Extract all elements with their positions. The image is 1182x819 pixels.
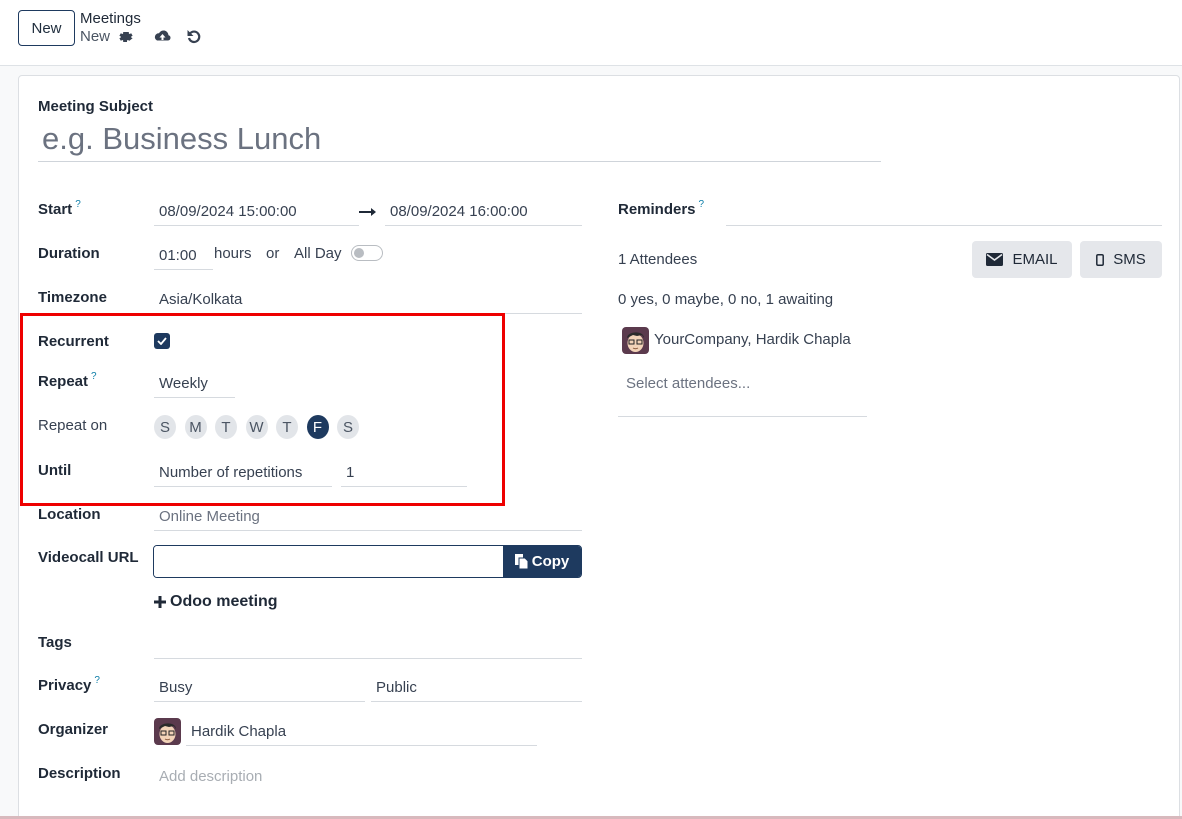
recurrent-checkbox[interactable] <box>154 333 170 349</box>
start-label: Start? <box>38 199 81 218</box>
mobile-phone-icon <box>1096 253 1105 266</box>
add-odoo-meeting-button[interactable]: Odoo meeting <box>154 593 278 611</box>
until-type-select[interactable]: Number of repetitions <box>154 459 332 487</box>
attendee-avatar <box>622 327 649 354</box>
copy-button-label: Copy <box>531 553 570 570</box>
weekday-toggle[interactable]: T <box>215 415 237 439</box>
email-button[interactable]: EMAIL <box>972 241 1072 278</box>
subject-placeholder: e.g. Business Lunch <box>42 121 322 156</box>
weekday-toggle[interactable]: M <box>184 415 207 439</box>
sms-button-label: SMS <box>1113 251 1146 268</box>
repetition-count-input[interactable]: 1 <box>341 459 467 487</box>
or-text: or <box>266 245 280 262</box>
subject-label: Meeting Subject <box>38 98 154 115</box>
breadcrumb-current: New <box>80 28 111 45</box>
undo-icon[interactable] <box>186 28 202 45</box>
email-button-label: EMAIL <box>1012 251 1058 268</box>
privacy-select[interactable]: Public <box>371 674 582 702</box>
reminders-help-icon[interactable]: ? <box>699 199 705 210</box>
tags-label: Tags <box>38 634 72 651</box>
weekday-toggle[interactable]: S <box>337 415 359 439</box>
tags-input[interactable] <box>154 631 582 659</box>
videocall-label: Videocall URL <box>38 549 139 566</box>
form-sheet: Meeting Subject e.g. Business Lunch Star… <box>18 75 1180 819</box>
attendee-name[interactable]: YourCompany, Hardik Chapla <box>654 331 851 348</box>
location-input[interactable]: Online Meeting <box>154 503 582 531</box>
duration-input[interactable]: 01:00 <box>154 242 213 270</box>
start-help-icon[interactable]: ? <box>75 199 81 210</box>
description-editor[interactable]: Add description <box>154 763 582 791</box>
repeat-help-icon[interactable]: ? <box>91 371 97 382</box>
copy-icon <box>514 554 529 569</box>
hours-text: hours <box>214 245 252 262</box>
videocall-url-group: Copy <box>153 545 582 578</box>
privacy-label: Privacy? <box>38 675 100 694</box>
location-placeholder: Online Meeting <box>159 508 260 525</box>
subject-input[interactable]: e.g. Business Lunch <box>38 119 881 162</box>
gear-icon[interactable] <box>118 29 134 45</box>
privacy-label-text: Privacy <box>38 677 92 694</box>
reminders-label: Reminders? <box>618 199 705 218</box>
all-day-toggle[interactable] <box>351 245 383 261</box>
timezone-label: Timezone <box>38 289 107 306</box>
duration-label: Duration <box>38 245 100 262</box>
sms-button[interactable]: SMS <box>1080 241 1162 278</box>
description-label: Description <box>38 765 121 782</box>
location-label: Location <box>38 506 101 523</box>
checkmark-icon <box>157 337 167 345</box>
select-attendees-placeholder: Select attendees... <box>626 375 751 392</box>
privacy-help-icon[interactable]: ? <box>94 675 100 686</box>
copy-button[interactable]: Copy <box>503 546 581 577</box>
start-datetime-input[interactable]: 08/09/2024 15:00:00 <box>154 198 359 226</box>
arrow-right-icon <box>359 208 376 216</box>
attendees-count: 1 Attendees <box>618 251 698 268</box>
weekday-toggle[interactable]: W <box>245 415 268 439</box>
start-label-text: Start <box>38 201 73 218</box>
weekday-toggle[interactable]: F <box>306 415 329 439</box>
all-day-label: All Day <box>294 245 342 262</box>
videocall-url-input[interactable] <box>154 546 503 577</box>
attendance-summary: 0 yes, 0 maybe, 0 no, 1 awaiting <box>618 291 834 308</box>
show-as-select[interactable]: Busy <box>154 674 365 702</box>
recurrent-label: Recurrent <box>38 333 109 350</box>
until-label: Until <box>38 462 72 479</box>
repeat-select[interactable]: Weekly <box>154 370 235 398</box>
repeat-label-text: Repeat <box>38 373 89 390</box>
end-datetime-input[interactable]: 08/09/2024 16:00:00 <box>385 198 582 226</box>
control-panel: New Meetings New <box>0 0 1182 66</box>
repeat-on-label: Repeat on <box>38 417 108 434</box>
plus-icon <box>154 596 166 608</box>
timezone-select[interactable]: Asia/Kolkata <box>154 286 582 314</box>
weekday-toggle[interactable]: S <box>154 415 176 439</box>
organizer-input[interactable]: Hardik Chapla <box>186 718 537 746</box>
weekday-toggle[interactable]: T <box>276 415 298 439</box>
organizer-avatar <box>154 718 181 745</box>
envelope-icon <box>986 253 1004 266</box>
organizer-label: Organizer <box>38 721 109 738</box>
odoo-meeting-label: Odoo meeting <box>170 593 278 610</box>
reminders-input[interactable] <box>726 198 1162 226</box>
reminders-label-text: Reminders <box>618 201 696 218</box>
breadcrumb-meetings[interactable]: Meetings <box>80 10 141 27</box>
select-attendees-input[interactable]: Select attendees... <box>618 372 867 417</box>
description-placeholder: Add description <box>159 768 263 785</box>
new-button[interactable]: New <box>18 10 75 46</box>
repeat-label: Repeat? <box>38 371 97 390</box>
cloud-upload-icon[interactable] <box>153 28 172 45</box>
